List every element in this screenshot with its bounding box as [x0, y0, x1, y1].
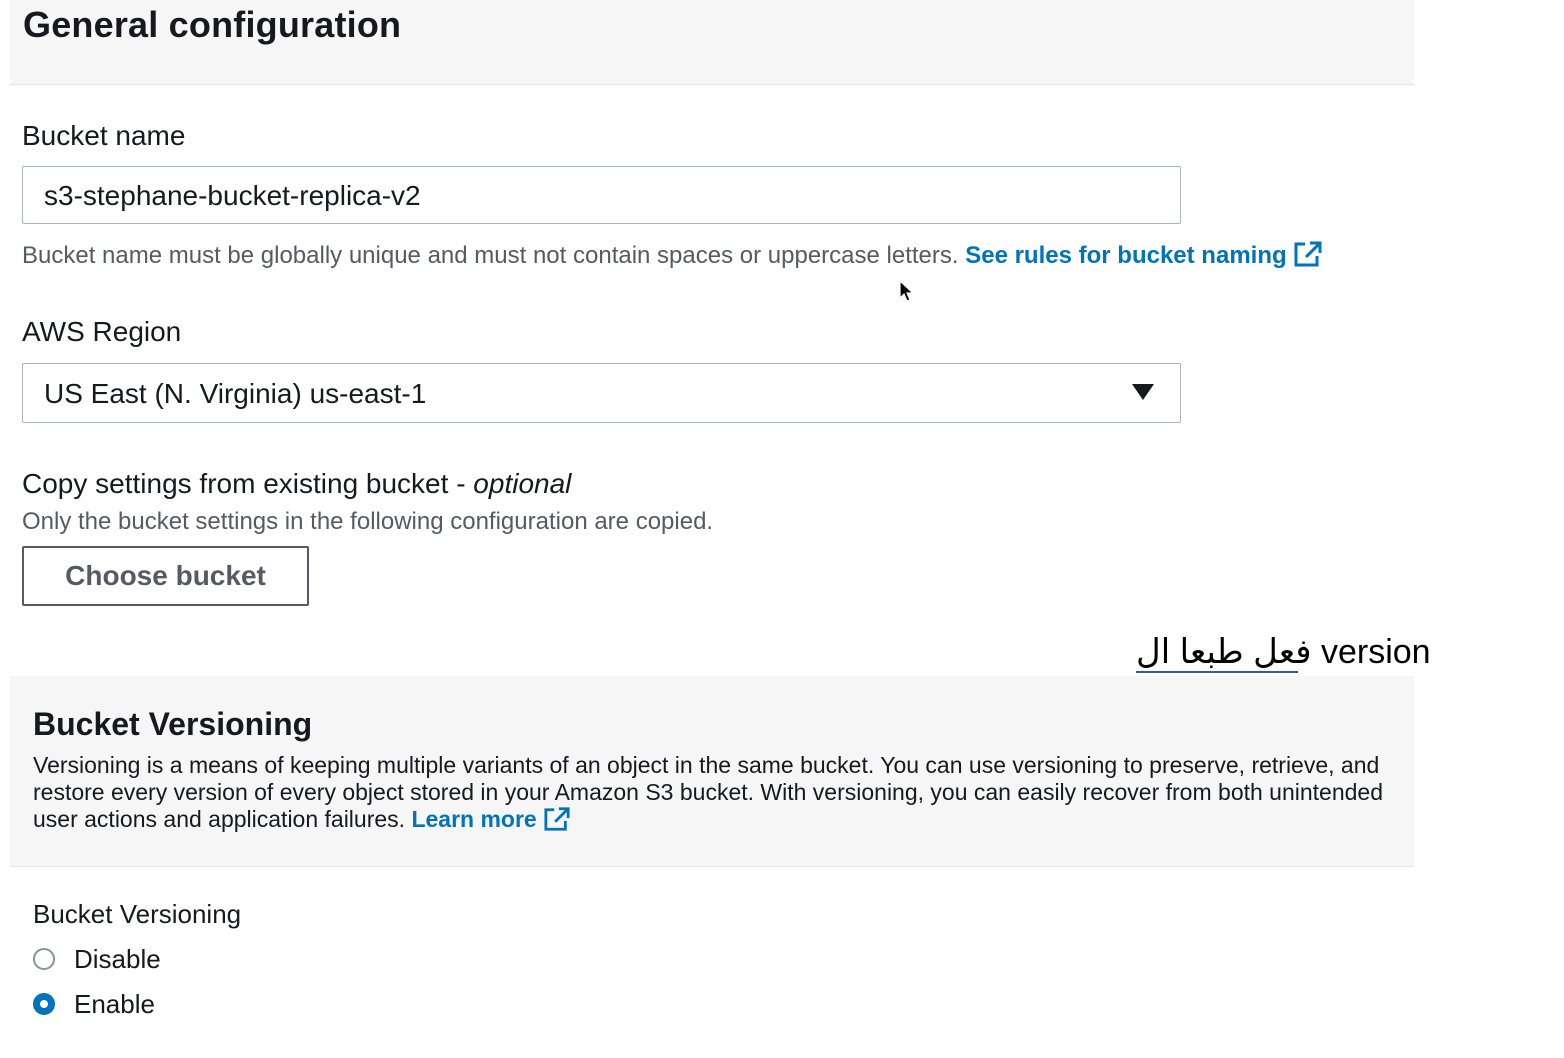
radio-label-enable: Enable: [74, 988, 155, 1019]
section-title: General configuration: [23, 4, 402, 45]
mouse-cursor-icon: [899, 280, 915, 302]
aws-region-select[interactable]: US East (N. Virginia) us-east-1: [22, 363, 1181, 423]
external-link-icon: [544, 807, 570, 831]
bucket-name-hint: Bucket name must be globally unique and …: [22, 240, 1323, 270]
bucket-name-field[interactable]: [22, 166, 1181, 224]
copy-settings-hint: Only the bucket settings in the followin…: [22, 508, 714, 535]
annotation-note: فعل طبعا ال version: [1136, 633, 1431, 671]
external-link-icon: [1294, 241, 1322, 267]
radio-option-enable[interactable]: Enable: [33, 989, 155, 1019]
radio-label-disable: Disable: [74, 943, 161, 974]
dropdown-caret-icon[interactable]: [1132, 384, 1154, 400]
aws-region-label: AWS Region: [22, 316, 182, 347]
bucket-versioning-description-text: Versioning is a means of keeping multipl…: [33, 752, 1384, 832]
radio-option-disable[interactable]: Disable: [33, 944, 161, 974]
general-configuration-header: General configuration: [10, 0, 1414, 85]
copy-settings-label: Copy settings from existing bucket - opt…: [22, 468, 571, 500]
bucket-versioning-field-label: Bucket Versioning: [33, 899, 242, 929]
learn-more-link[interactable]: Learn more: [411, 806, 570, 832]
annotation-underline: [1136, 671, 1298, 673]
bucket-name-input[interactable]: [44, 180, 1144, 212]
choose-bucket-button[interactable]: Choose bucket: [22, 546, 309, 606]
bucket-versioning-title: Bucket Versioning: [33, 706, 313, 742]
radio-disable[interactable]: [33, 948, 55, 970]
optional-tag: optional: [473, 468, 572, 499]
bucket-versioning-panel: Bucket Versioning Versioning is a means …: [10, 676, 1414, 867]
radio-enable[interactable]: [33, 993, 55, 1015]
bucket-name-label: Bucket name: [22, 120, 186, 151]
learn-more-label: Learn more: [411, 806, 537, 832]
bucket-name-hint-text: Bucket name must be globally unique and …: [22, 242, 959, 269]
bucket-naming-rules-link[interactable]: See rules for bucket naming: [965, 241, 1322, 269]
aws-region-selected-value: US East (N. Virginia) us-east-1: [44, 378, 427, 409]
bucket-naming-rules-link-label: See rules for bucket naming: [965, 242, 1287, 269]
bucket-versioning-description: Versioning is a means of keeping multipl…: [33, 752, 1408, 833]
copy-settings-label-text: Copy settings from existing bucket -: [22, 468, 474, 499]
